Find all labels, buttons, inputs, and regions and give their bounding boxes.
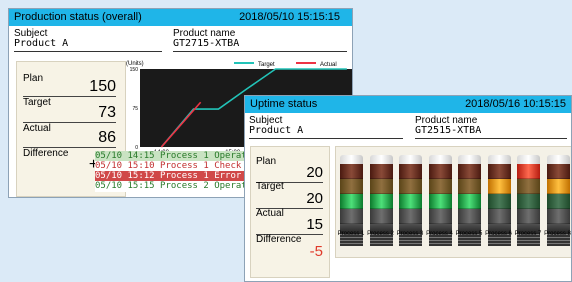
lamp-red [458,164,481,179]
production-datetime: 2018/05/10 15:15:15 [239,11,340,23]
lamp-green [546,194,570,209]
actual-label: Actual [23,123,51,134]
lamp-white [369,209,393,224]
lamp-yellow [487,179,511,194]
tower-cap [487,155,511,164]
uptime-plan-label: Plan [256,156,277,167]
uptime-plan-value: 20 [306,164,323,181]
legend-label-target: Target [258,62,275,68]
signal-tower-lamps: Process 1 Process 2 Process 3 Process 4 Proc… [335,146,571,258]
tower-cap [340,155,363,164]
lamp-yellow [340,179,363,194]
tower-cap [517,155,540,164]
uptime-product-name-underline [415,138,567,139]
target-value: 73 [98,104,116,121]
uptime-subject-underline [249,138,403,139]
production-title-bar: Production status (overall) 2018/05/10 1… [9,9,352,26]
tower-cap [546,155,570,164]
lamp-white [517,209,540,224]
lamp-yellow [546,179,570,194]
lamp-red [369,164,393,179]
uptime-status-panel: Uptime status 2018/05/16 10:15:15 Subjec… [244,95,572,282]
lamp-green [517,194,540,209]
plan-label: Plan [23,73,44,84]
difference-label: Difference [23,148,69,159]
lamp-white [546,209,570,224]
y-tick-label: 150 [130,67,139,73]
uptime-product-name-value: GT2515-XTBA [415,125,482,136]
uptime-stats-box: Plan 20 Target 20 Actual 15 Difference -… [250,146,330,278]
lamp-green [487,194,511,209]
uptime-subject-value: Product A [249,125,304,136]
process-label: Process 8 [544,231,571,237]
lamp-green [340,194,363,209]
lamp-red [546,164,570,179]
product-name-value: GT2715-XTBA [173,38,240,49]
lamp-green [458,194,481,209]
lamp-yellow [458,179,481,194]
y-tick-label: 75 [132,106,138,112]
uptime-target-value: 20 [306,190,323,207]
tower-cap [458,155,481,164]
lamp-white [487,209,511,224]
uptime-datetime: 2018/05/16 10:15:15 [465,98,566,110]
lamp-red [517,164,540,179]
lamp-white [340,209,363,224]
lamp-green [428,194,452,209]
lamp-yellow [399,179,422,194]
lamp-white [399,209,422,224]
actual-value: 86 [98,129,116,146]
lamp-yellow [428,179,452,194]
uptime-actual-value: 15 [306,216,323,233]
tower-cap [369,155,393,164]
uptime-title: Uptime status [250,98,318,110]
plan-value: 150 [89,78,116,95]
lamp-red [399,164,422,179]
product-name-underline [173,51,347,52]
tower-cap [399,155,422,164]
lamp-green [369,194,393,209]
lamp-red [487,164,511,179]
uptime-difference-label: Difference [256,234,302,245]
uptime-actual-label: Actual [256,208,284,219]
lamp-red [428,164,452,179]
lamp-red [340,164,363,179]
target-label: Target [23,97,51,108]
lamp-yellow [517,179,540,194]
legend-label-actual: Actual [320,62,337,68]
subject-underline [14,51,162,52]
lamp-white [458,209,481,224]
lamp-yellow [369,179,393,194]
tower-cap [428,155,452,164]
production-title: Production status (overall) [14,11,142,23]
uptime-target-label: Target [256,181,284,192]
uptime-title-bar: Uptime status 2018/05/16 10:15:15 [245,96,571,113]
lamp-white [428,209,452,224]
uptime-difference-value: -5 [309,243,323,260]
subject-value: Product A [14,38,69,49]
lamp-green [399,194,422,209]
